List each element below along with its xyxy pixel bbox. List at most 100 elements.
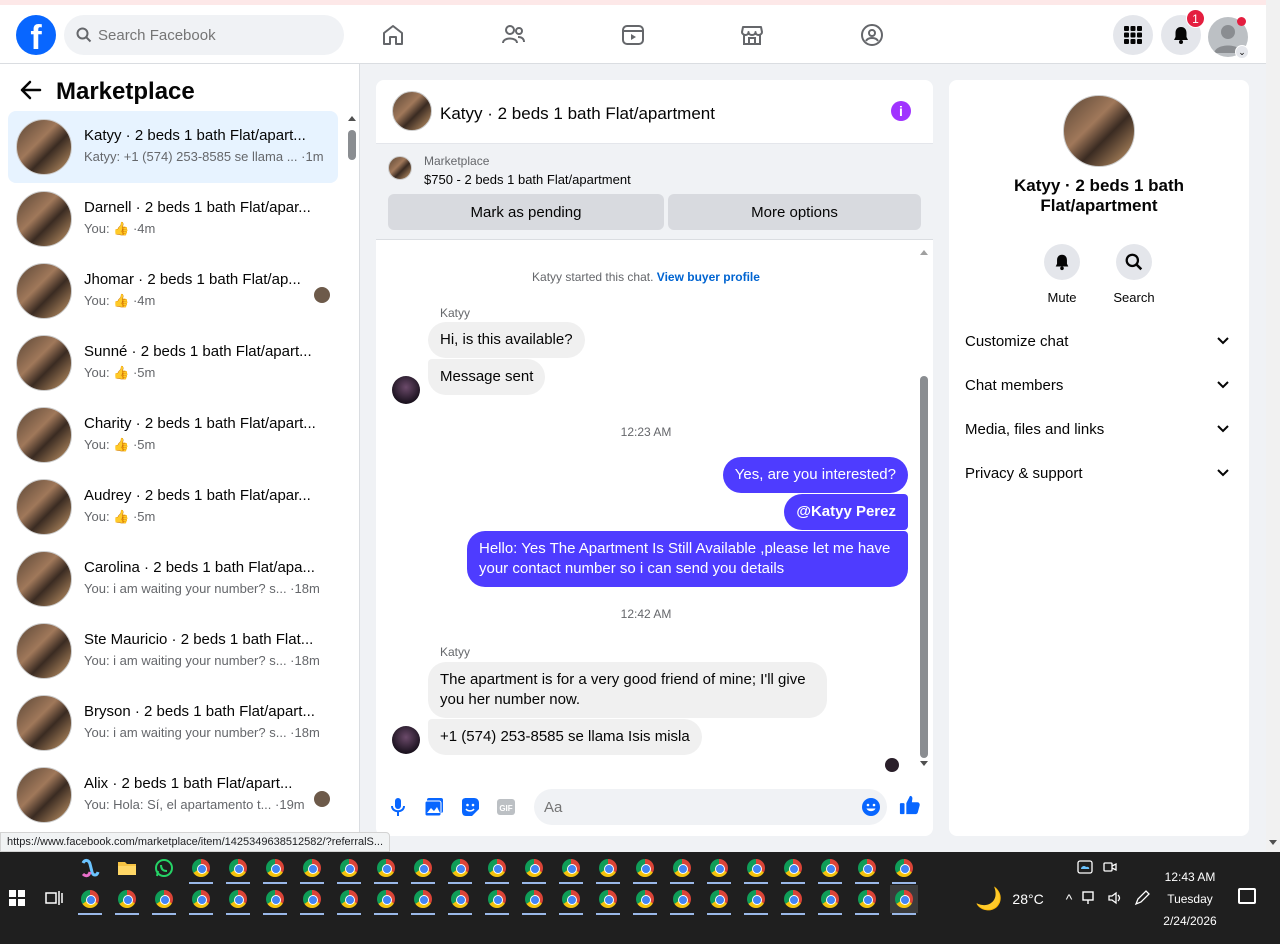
sender-avatar[interactable] bbox=[392, 376, 420, 404]
conversation-item[interactable]: Katyy · 2 beds 1 bath Flat/apart... Katyy… bbox=[8, 111, 338, 183]
conversation-item[interactable]: Charity · 2 beds 1 bath Flat/apart... You… bbox=[8, 399, 338, 471]
info-icon[interactable]: i bbox=[891, 101, 911, 121]
chrome-icon[interactable] bbox=[705, 854, 733, 884]
conversation-item[interactable]: Sunné · 2 beds 1 bath Flat/apart... You: … bbox=[8, 327, 338, 399]
chrome-icon[interactable] bbox=[372, 854, 400, 884]
chrome-icon[interactable] bbox=[446, 854, 474, 884]
microphone-icon[interactable] bbox=[387, 796, 409, 818]
chrome-icon[interactable] bbox=[742, 885, 770, 915]
chrome-icon[interactable] bbox=[335, 854, 363, 884]
incoming-message[interactable]: Message sent bbox=[428, 359, 546, 395]
message-input[interactable] bbox=[534, 789, 887, 825]
menu-grid-button[interactable] bbox=[1113, 15, 1153, 55]
conversation-item[interactable]: Bryson · 2 beds 1 bath Flat/apart... You:… bbox=[8, 687, 338, 759]
search-box[interactable] bbox=[64, 15, 344, 55]
chrome-icon[interactable] bbox=[520, 854, 548, 884]
sender-avatar[interactable] bbox=[392, 726, 420, 754]
sticker-icon[interactable] bbox=[459, 796, 481, 818]
chrome-icon[interactable] bbox=[668, 885, 696, 915]
chrome-icon[interactable] bbox=[631, 854, 659, 884]
left-scrollbar[interactable] bbox=[348, 114, 356, 164]
listing-price-title[interactable]: $750 - 2 beds 1 bath Flat/apartment bbox=[424, 172, 631, 187]
media-files-links-row[interactable]: Media, files and links bbox=[965, 411, 1233, 447]
chrome-icon[interactable] bbox=[150, 885, 178, 915]
chrome-icon[interactable] bbox=[742, 854, 770, 884]
chrome-icon[interactable] bbox=[890, 885, 918, 915]
network-icon[interactable] bbox=[1082, 890, 1098, 908]
chevron-down-icon[interactable]: ⌄ bbox=[1235, 45, 1249, 59]
chrome-icon[interactable] bbox=[372, 885, 400, 915]
friends-icon[interactable] bbox=[493, 19, 533, 51]
conversation-item[interactable]: Audrey · 2 beds 1 bath Flat/apar... You: … bbox=[8, 471, 338, 543]
gif-icon[interactable]: GIF bbox=[495, 796, 517, 818]
chrome-icon[interactable] bbox=[557, 854, 585, 884]
view-buyer-profile-link[interactable]: View buyer profile bbox=[657, 270, 760, 284]
chrome-icon[interactable] bbox=[483, 854, 511, 884]
home-icon[interactable] bbox=[373, 19, 413, 51]
chrome-icon[interactable] bbox=[631, 885, 659, 915]
chat-members-row[interactable]: Chat members bbox=[965, 367, 1233, 403]
moon-weather-icon[interactable]: 🌙 bbox=[975, 886, 1002, 912]
marketplace-icon[interactable] bbox=[732, 19, 772, 51]
privacy-support-row[interactable]: Privacy & support bbox=[965, 455, 1233, 491]
chrome-icon[interactable] bbox=[557, 885, 585, 915]
chrome-icon[interactable] bbox=[890, 854, 918, 884]
conversation-item[interactable]: Carolina · 2 beds 1 bath Flat/apa... You:… bbox=[8, 543, 338, 615]
chrome-icon[interactable] bbox=[446, 885, 474, 915]
chrome-icon[interactable] bbox=[483, 885, 511, 915]
chrome-icon[interactable] bbox=[261, 854, 289, 884]
video-icon[interactable] bbox=[613, 19, 653, 51]
system-clock[interactable]: 12:43 AM Tuesday 2/24/2026 bbox=[1150, 866, 1230, 932]
chat-title[interactable]: Katyy · 2 beds 1 bath Flat/apartment bbox=[440, 104, 715, 124]
details-title[interactable]: Katyy · 2 beds 1 bath Flat/apartment bbox=[969, 176, 1229, 216]
incoming-message[interactable]: Hi, is this available? bbox=[428, 322, 585, 358]
mark-as-pending-button[interactable]: Mark as pending bbox=[388, 194, 664, 230]
onedrive-icon[interactable] bbox=[1077, 860, 1093, 879]
chrome-icon[interactable] bbox=[187, 854, 215, 884]
outgoing-message-mention[interactable]: @Katyy Perez bbox=[784, 494, 908, 530]
meet-now-icon[interactable] bbox=[1103, 860, 1117, 879]
chrome-icon[interactable] bbox=[335, 885, 363, 915]
conversation-item[interactable]: Alix · 2 beds 1 bath Flat/apart... You: H… bbox=[8, 759, 338, 831]
pen-icon[interactable] bbox=[1134, 889, 1151, 909]
chrome-icon[interactable] bbox=[298, 885, 326, 915]
photo-icon[interactable] bbox=[423, 796, 445, 818]
customize-chat-row[interactable]: Customize chat bbox=[965, 323, 1233, 359]
chrome-icon[interactable] bbox=[853, 885, 881, 915]
chrome-icon[interactable] bbox=[594, 854, 622, 884]
search-action[interactable]: Search bbox=[1104, 244, 1164, 305]
search-input[interactable] bbox=[98, 15, 334, 55]
chrome-icon[interactable] bbox=[113, 885, 141, 915]
listing-thumbnail[interactable] bbox=[392, 91, 432, 131]
copilot-icon[interactable] bbox=[76, 854, 104, 882]
notifications-button[interactable]: 1 bbox=[1161, 9, 1205, 55]
chrome-icon[interactable] bbox=[520, 885, 548, 915]
chrome-icon[interactable] bbox=[409, 854, 437, 884]
conversation-item[interactable]: Ste Mauricio · 2 beds 1 bath Flat... You:… bbox=[8, 615, 338, 687]
like-thumbs-up-icon[interactable] bbox=[899, 794, 921, 816]
chrome-icon[interactable] bbox=[594, 885, 622, 915]
chrome-icon[interactable] bbox=[298, 854, 326, 884]
chrome-icon[interactable] bbox=[668, 854, 696, 884]
whatsapp-icon[interactable] bbox=[150, 854, 178, 882]
chrome-icon[interactable] bbox=[779, 885, 807, 915]
chrome-icon[interactable] bbox=[224, 854, 252, 884]
notification-center-icon[interactable] bbox=[1238, 888, 1256, 904]
chrome-icon[interactable] bbox=[816, 885, 844, 915]
chrome-icon[interactable] bbox=[705, 885, 733, 915]
facebook-logo[interactable]: f bbox=[16, 15, 56, 55]
incoming-message[interactable]: +1 (574) 253-8585 se llama Isis misla bbox=[428, 719, 702, 755]
conversation-item[interactable]: Darnell · 2 beds 1 bath Flat/apar... You:… bbox=[8, 183, 338, 255]
outgoing-message[interactable]: Yes, are you interested? bbox=[722, 457, 908, 493]
groups-icon[interactable] bbox=[852, 19, 892, 51]
page-scrollbar[interactable] bbox=[1266, 0, 1280, 852]
chrome-icon[interactable] bbox=[779, 854, 807, 884]
temperature[interactable]: 28°C bbox=[1012, 891, 1043, 907]
outgoing-message[interactable]: Hello: Yes The Apartment Is Still Availa… bbox=[467, 531, 908, 587]
back-arrow-icon[interactable] bbox=[20, 80, 42, 105]
chrome-icon[interactable] bbox=[853, 854, 881, 884]
speaker-icon[interactable] bbox=[1108, 891, 1124, 908]
chrome-icon[interactable] bbox=[261, 885, 289, 915]
mute-action[interactable]: Mute bbox=[1032, 244, 1092, 305]
chrome-icon[interactable] bbox=[187, 885, 215, 915]
